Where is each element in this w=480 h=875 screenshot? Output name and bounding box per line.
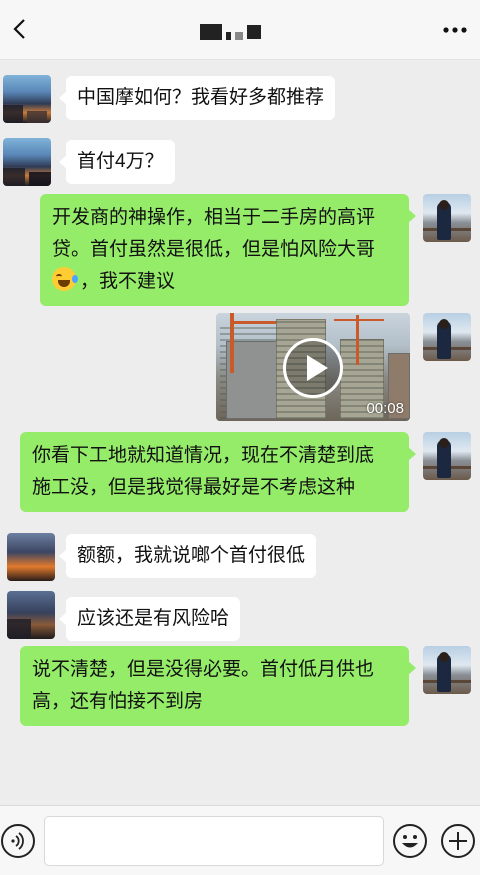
avatar[interactable] — [7, 533, 55, 581]
plus-icon[interactable] — [440, 823, 476, 859]
message-bubble[interactable]: 你看下工地就知道情况，现在不清楚到底 施工没，但是我觉得最好是不考虑这种 — [20, 432, 416, 512]
laughing-tears-emoji-icon — [52, 267, 78, 291]
message-text-line: 说不清楚，但是没得必要。首付低月供也 — [32, 659, 375, 680]
avatar[interactable] — [3, 138, 51, 186]
message-input[interactable] — [44, 816, 384, 866]
avatar[interactable] — [423, 432, 471, 480]
video-duration: 00:08 — [366, 400, 404, 417]
message-bubble[interactable]: 开发商的神操作，相当于二手房的高评 贷。首付虽然是很低，但是怕风险大哥 ，我不建… — [40, 194, 416, 306]
chat-area[interactable]: 中国摩如何？我看好多都推荐 首付4万？ 开发商的神操作，相当于二手房的高评 贷。… — [0, 60, 480, 805]
chat-title-obscured — [200, 22, 261, 42]
message-text: 应该还是有风险哈 — [77, 608, 230, 629]
voice-icon[interactable] — [0, 823, 36, 859]
input-bar — [0, 805, 480, 875]
message-bubble[interactable]: 额额，我就说啷个首付很低 — [58, 534, 317, 578]
video-message[interactable]: 00:08 — [216, 313, 410, 421]
message-bubble[interactable]: 说不清楚，但是没得必要。首付低月供也 高，还有怕接不到房 — [20, 646, 416, 726]
message-bubble[interactable]: 首付4万？ — [59, 140, 175, 184]
play-icon[interactable] — [283, 338, 343, 398]
message-text: 首付4万？ — [77, 151, 164, 172]
message-text-line: 高，还有怕接不到房 — [32, 691, 204, 712]
message-text-line: 你看下工地就知道情况，现在不清楚到底 — [32, 445, 375, 466]
chevron-left-icon[interactable] — [6, 14, 36, 44]
chat-header — [0, 0, 480, 60]
smiley-icon[interactable] — [392, 823, 428, 859]
avatar[interactable] — [423, 313, 471, 361]
message-text-line: 施工没，但是我觉得最好是不考虑这种 — [32, 477, 356, 498]
message-text-line: 开发商的神操作，相当于二手房的高评 — [52, 207, 376, 228]
message-text-tail: ，我不建议 — [80, 271, 176, 292]
avatar[interactable] — [3, 75, 51, 123]
message-text: 中国摩如何？我看好多都推荐 — [77, 87, 325, 108]
more-dots-icon[interactable] — [442, 20, 468, 40]
avatar[interactable] — [7, 591, 55, 639]
message-bubble[interactable]: 应该还是有风险哈 — [58, 597, 241, 641]
avatar[interactable] — [423, 646, 471, 694]
message-text-line: 贷。首付虽然是很低，但是怕风险大哥 — [52, 239, 376, 260]
message-bubble[interactable]: 中国摩如何？我看好多都推荐 — [58, 76, 336, 120]
message-text: 额额，我就说啷个首付很低 — [77, 545, 306, 566]
avatar[interactable] — [423, 194, 471, 242]
